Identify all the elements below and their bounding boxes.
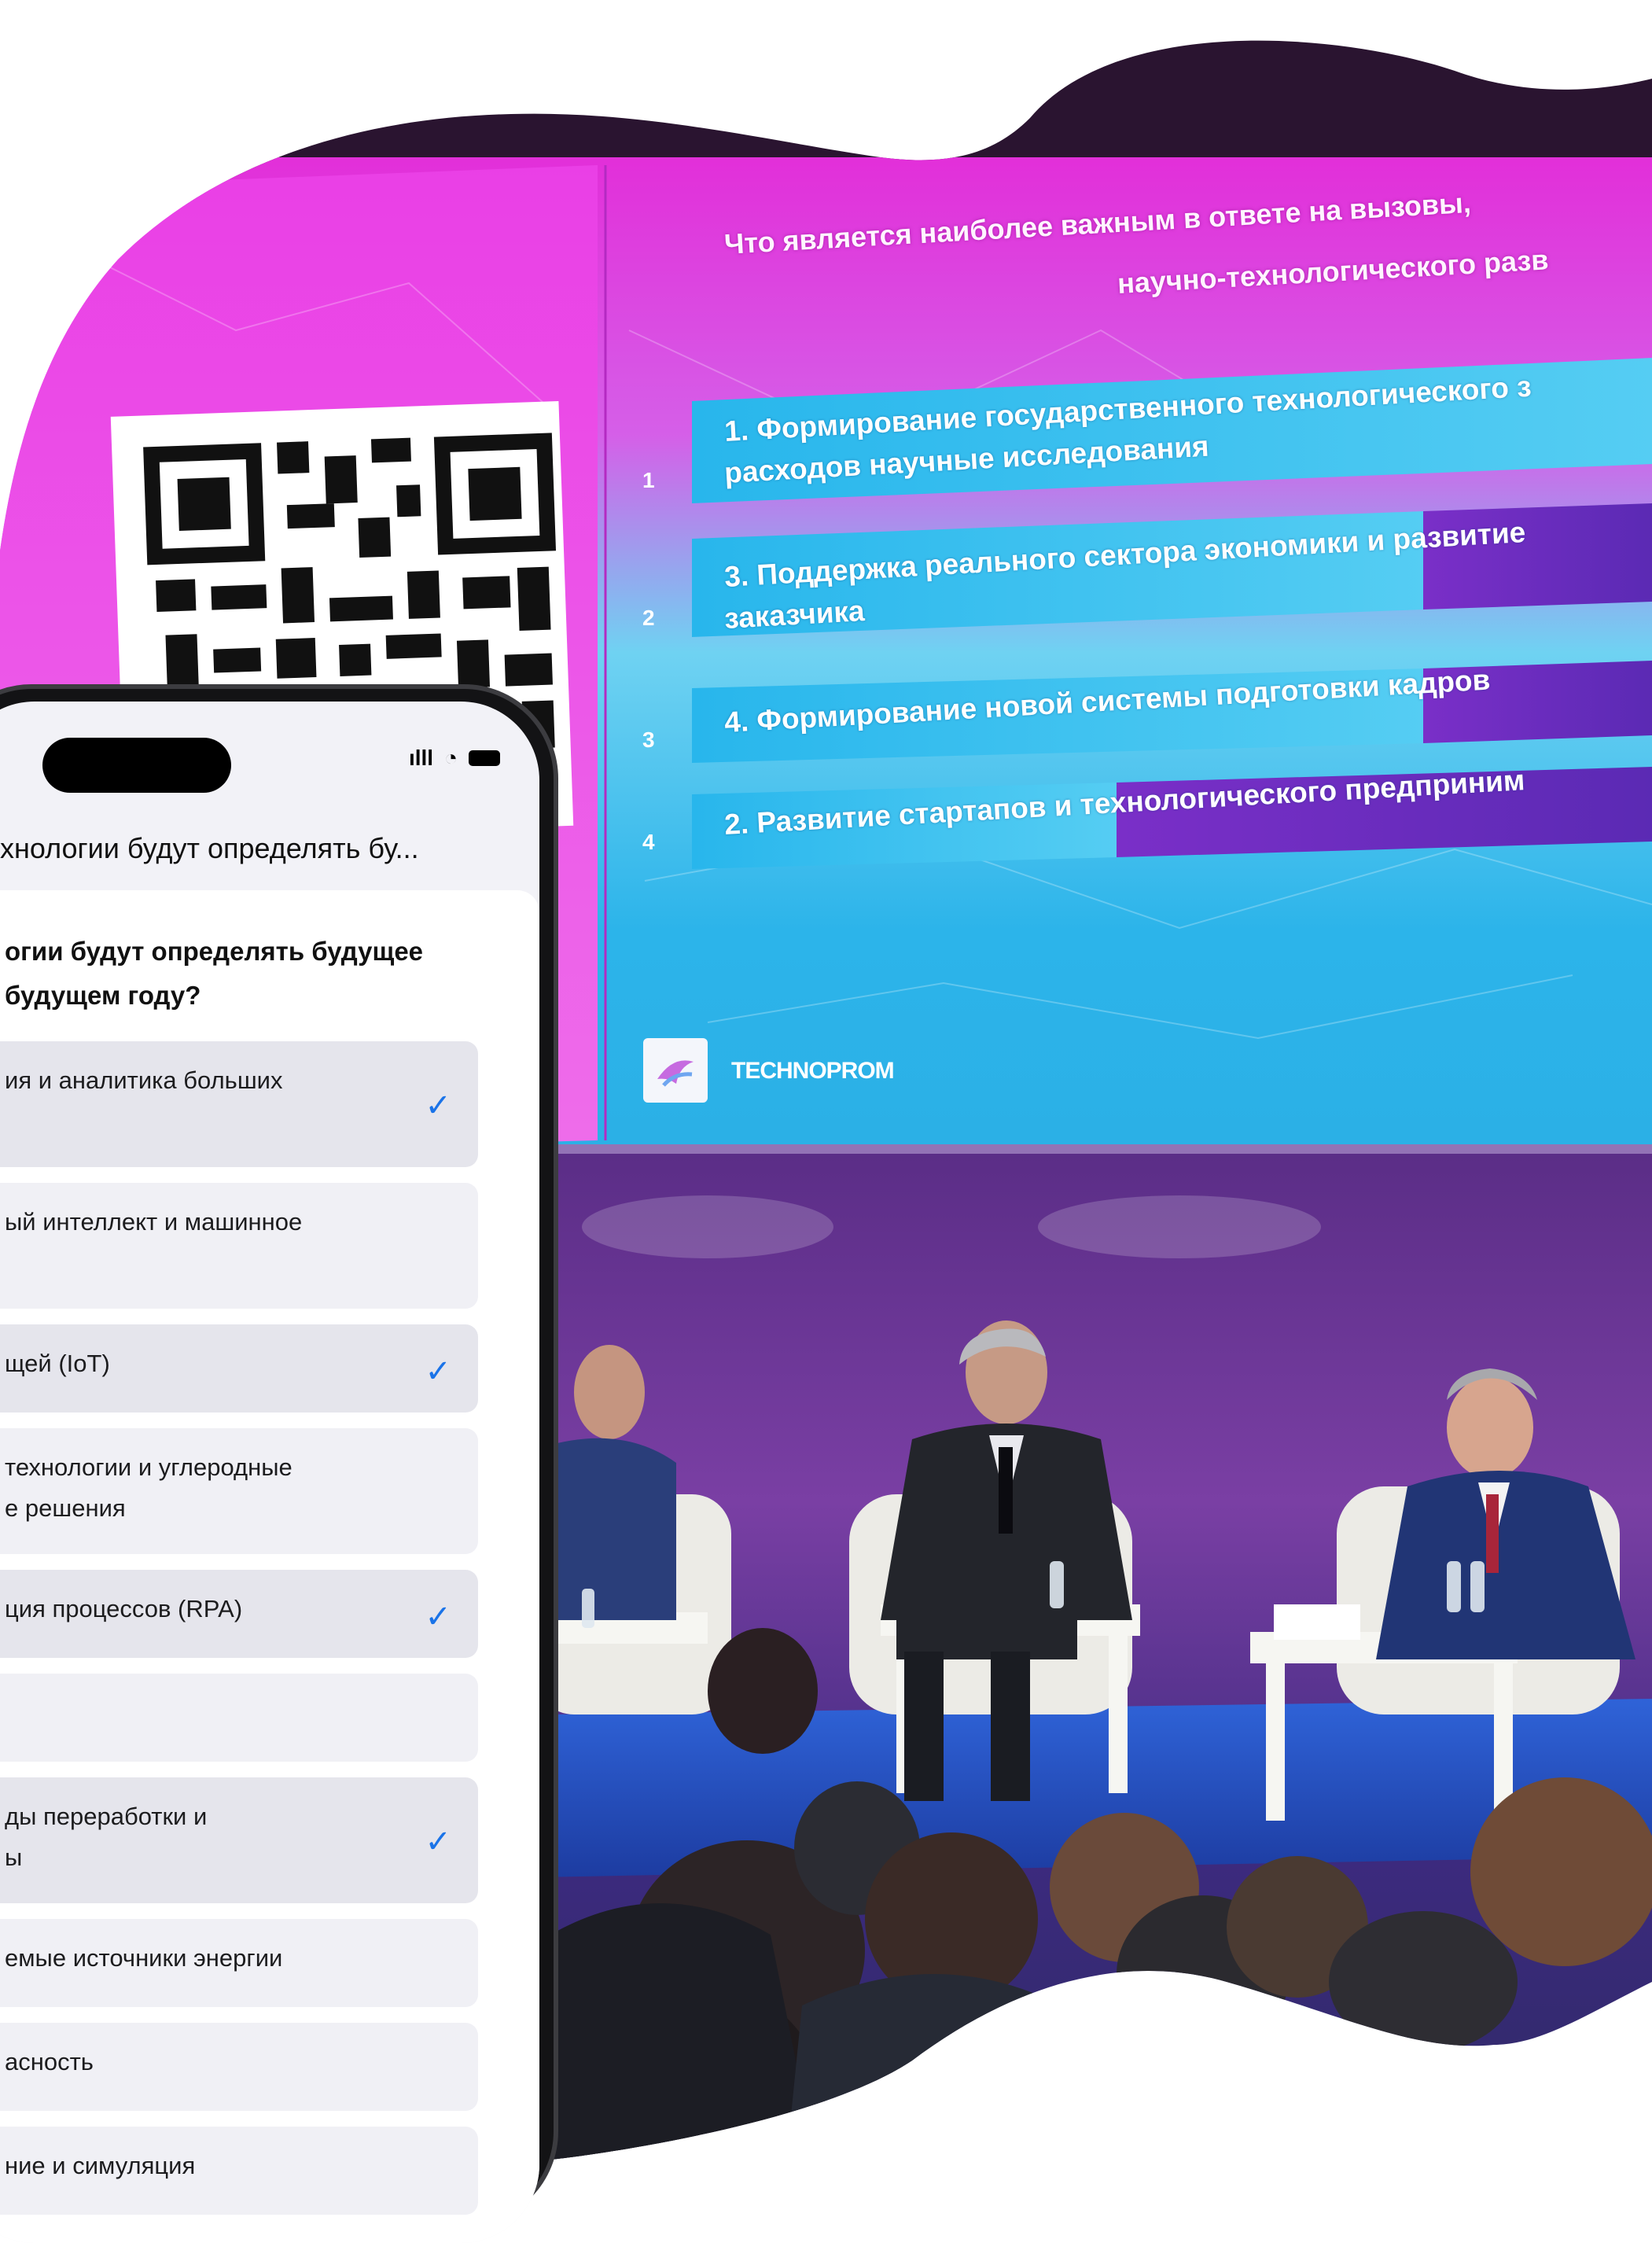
check-icon: ✓ xyxy=(425,1354,451,1389)
dynamic-island xyxy=(42,738,231,793)
check-icon: ✓ xyxy=(425,1600,451,1634)
poll-option-8[interactable]: емые источники энергии xyxy=(0,1919,478,2007)
phone-screen: ılll ◔ хнологии будут определять бу... о… xyxy=(0,702,539,2243)
poll-question-line2: будущем году? xyxy=(5,981,201,1010)
signal-icon: ılll xyxy=(408,746,434,770)
poll-option-10-label: ние и симуляция xyxy=(5,2152,196,2179)
poll-option-6[interactable] xyxy=(0,1674,478,1762)
poll-option-4[interactable]: технологии и углеродные е решения xyxy=(0,1428,478,1554)
poll-option-2[interactable]: ый интеллект и машинное xyxy=(0,1183,478,1309)
poll-option-4-label-line2: е решения xyxy=(5,1494,126,1522)
answer-3-line1: 4. Формирование новой системы подготовки… xyxy=(723,663,1492,738)
answer-2-line1: 3. Поддержка реального сектора экономики… xyxy=(723,516,1527,593)
check-icon: ✓ xyxy=(425,1825,451,1859)
brand-name: TECHNOPROM xyxy=(731,1058,895,1084)
poll-option-7-label-line1: ды переработки и xyxy=(5,1803,208,1830)
poll-option-5-label: ция процессов (RPA) xyxy=(5,1595,243,1622)
technoprom-logo-icon xyxy=(643,1038,708,1103)
poll-sheet: огии будут определять будущее будущем го… xyxy=(0,890,539,2243)
poll-option-8-label: емые источники энергии xyxy=(5,1944,283,1972)
poll-option-1[interactable]: ия и аналитика больших ✓ xyxy=(0,1041,478,1167)
poll-question-line1: огии будут определять будущее xyxy=(5,937,424,966)
phone-mockup: ılll ◔ хнологии будут определять бу... о… xyxy=(0,684,566,2243)
status-bar: ılll ◔ xyxy=(409,746,500,771)
poll-option-2-label: ый интеллект и машинное xyxy=(5,1208,303,1236)
poll-option-7-label-line2: ы xyxy=(5,1843,23,1871)
row-number-1: 1 xyxy=(642,468,655,492)
row-number-4: 4 xyxy=(642,830,655,854)
poll-option-5[interactable]: ция процессов (RPA) ✓ xyxy=(0,1570,478,1658)
answer-4-line1: 2. Развитие стартапов и технологического… xyxy=(723,764,1526,841)
battery-icon xyxy=(469,750,500,766)
nav-title: хнологии будут определять бу... xyxy=(0,832,419,864)
presentation-screen: Что является наиболее важным в ответе на… xyxy=(598,118,1652,1140)
poll-option-7[interactable]: ды переработки и ы ✓ xyxy=(0,1777,478,1903)
wifi-icon: ◔ xyxy=(444,746,458,770)
poll-option-3-label: щей (IoT) xyxy=(5,1350,110,1377)
answer-2-line2: заказчика xyxy=(723,595,866,635)
poll-option-10[interactable]: ние и симуляция xyxy=(0,2127,478,2215)
poll-option-1-label: ия и аналитика больших xyxy=(5,1066,283,1094)
poll-question: огии будут определять будущее будущем го… xyxy=(5,930,508,1018)
poll-option-3[interactable]: щей (IoT) ✓ xyxy=(0,1324,478,1412)
row-number-3: 3 xyxy=(642,727,655,752)
row-number-2: 2 xyxy=(642,606,655,630)
poll-option-9[interactable]: асность xyxy=(0,2023,478,2111)
poll-option-4-label-line1: технологии и углеродные xyxy=(5,1453,293,1481)
check-icon: ✓ xyxy=(425,1088,451,1123)
poll-option-9-label: асность xyxy=(5,2048,94,2075)
